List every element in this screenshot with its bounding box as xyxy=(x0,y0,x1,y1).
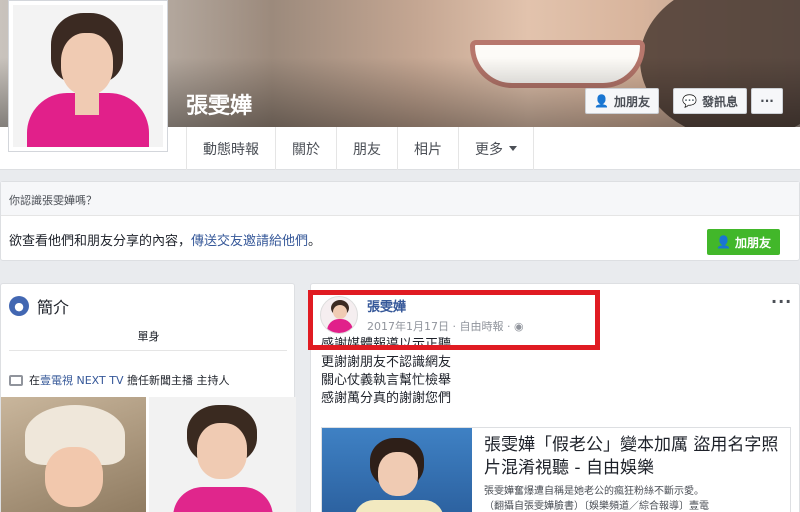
intro-title: 簡介 xyxy=(37,298,70,317)
profile-tabs: 動態時報 關於 朋友 相片 更多 xyxy=(186,127,534,170)
job-title: 擔任新聞主播 主持人 xyxy=(123,374,230,387)
photo-face xyxy=(197,423,247,479)
intro-photo-1[interactable] xyxy=(1,397,146,512)
post-line: 感謝萬分真的謝謝您們 xyxy=(321,391,452,406)
red-highlight-box xyxy=(308,290,600,350)
relationship-status: 單身 xyxy=(137,330,160,343)
employer-link[interactable]: 壹電視 NEXT TV xyxy=(40,374,123,387)
divider xyxy=(9,350,287,351)
post-text: 感謝媒體報導以示正聽 更謝謝朋友不認識網友 關心仗義執言幫忙檢舉 感謝萬分真的謝… xyxy=(321,337,781,408)
tab-friends[interactable]: 朋友 xyxy=(336,127,397,170)
add-friend-button[interactable]: 👤 加朋友 xyxy=(585,88,659,114)
do-you-know-card: 你認識張雯嬅嗎？ 欲查看他們和朋友分享的內容，傳送交友邀請給他們。 👤 加朋友 xyxy=(0,181,800,261)
chevron-down-icon xyxy=(509,146,517,151)
post-line: 更謝謝朋友不認識網友 xyxy=(321,355,452,370)
post-options-button[interactable]: ··· xyxy=(771,292,792,311)
thumb-body xyxy=(354,500,444,512)
profile-picture-face xyxy=(61,33,113,95)
post-line: 關心仗義執言幫忙檢舉 xyxy=(321,373,452,388)
thumb-face xyxy=(378,452,418,496)
intro-card: ● 簡介 單身 在壹電視 NEXT TV 擔任新聞主播 主持人 xyxy=(0,283,296,512)
job-prefix: 在 xyxy=(29,374,40,387)
briefcase-icon xyxy=(9,374,23,386)
add-friend-green-button[interactable]: 👤 加朋友 xyxy=(707,229,780,255)
tab-more-label: 更多 xyxy=(475,141,503,158)
do-you-know-suffix: 。 xyxy=(308,234,322,249)
job-info: 在壹電視 NEXT TV 擔任新聞主播 主持人 xyxy=(9,372,229,388)
more-dots-icon: ··· xyxy=(760,94,774,108)
shared-link-card[interactable]: 張雯嬅「假老公」變本加厲 盜用名字照片混淆視聽 - 自由娛樂 張雯嬅奮爆遭自稱是… xyxy=(321,427,791,512)
shared-link-title[interactable]: 張雯嬅「假老公」變本加厲 盜用名字照片混淆視聽 - 自由娛樂 xyxy=(484,434,784,480)
shared-link-desc-line: 張雯嬅奮爆遭自稱是她老公的瘋狂粉絲不斷示愛。 xyxy=(484,486,704,497)
profile-picture[interactable] xyxy=(8,0,168,152)
do-you-know-body: 欲查看他們和朋友分享的內容，傳送交友邀請給他們。 xyxy=(1,216,799,263)
more-options-button[interactable]: ··· xyxy=(751,88,783,114)
add-friend-icon: 👤 xyxy=(594,94,609,108)
tab-photos[interactable]: 相片 xyxy=(397,127,458,170)
do-you-know-text: 欲查看他們和朋友分享的內容， xyxy=(9,234,192,249)
add-friend-label: 加朋友 xyxy=(613,94,650,109)
add-friend-icon: 👤 xyxy=(716,235,731,249)
photo-body xyxy=(173,487,273,512)
add-friend-green-label: 加朋友 xyxy=(734,235,771,250)
tab-timeline[interactable]: 動態時報 xyxy=(186,127,275,170)
message-label: 發訊息 xyxy=(701,94,738,109)
profile-name[interactable]: 張雯嬅 xyxy=(186,88,252,120)
do-you-know-question: 你認識張雯嬅嗎？ xyxy=(1,182,799,216)
message-button[interactable]: 💬 發訊息 xyxy=(673,88,747,114)
intro-header: ● 簡介 xyxy=(9,294,69,318)
intro-photo-2[interactable] xyxy=(149,397,296,512)
tab-about[interactable]: 關於 xyxy=(275,127,336,170)
shared-link-desc-line: （翻攝自張雯嬅臉書）〔娛樂頻道／綜合報導〕壹電 xyxy=(484,501,709,512)
globe-icon: ● xyxy=(9,296,29,316)
messenger-icon: 💬 xyxy=(682,94,697,108)
shared-link-thumbnail xyxy=(322,428,472,512)
photo-face xyxy=(45,447,103,507)
tab-more[interactable]: 更多 xyxy=(458,127,534,170)
send-friend-request-link[interactable]: 傳送交友邀請給他們 xyxy=(191,234,308,249)
shared-link-description: 張雯嬅奮爆遭自稱是她老公的瘋狂粉絲不斷示愛。 （翻攝自張雯嬅臉書）〔娛樂頻道／綜… xyxy=(484,484,784,512)
